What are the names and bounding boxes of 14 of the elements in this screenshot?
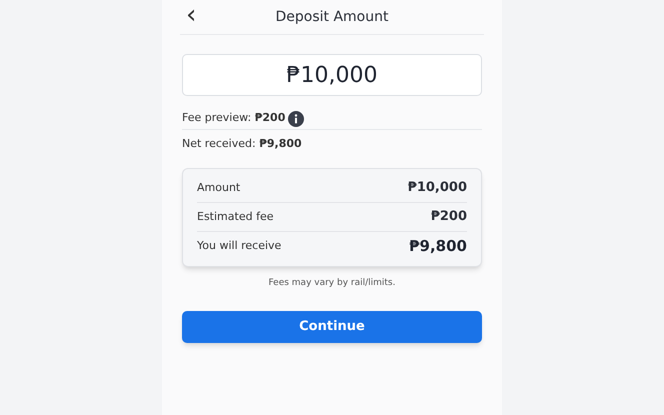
fee-preview-text: Fee preview: ₱200 <box>182 110 286 126</box>
screen-title: Deposit Amount <box>276 8 388 26</box>
continue-button[interactable]: Continue <box>182 310 482 342</box>
fees-note: Fees may vary by rail/limits. <box>268 277 396 290</box>
summary-label: Estimated fee <box>197 208 274 225</box>
summary-value: ₱200 <box>430 208 467 226</box>
summary-label: Amount <box>197 180 240 196</box>
info-icon <box>288 110 304 126</box>
amount-field[interactable]: ₱10,000 <box>182 54 482 96</box>
summary-value: ₱10,000 <box>408 179 467 198</box>
net-received-text: Net received: ₱9,800 <box>182 136 302 152</box>
summary-label: You will receive <box>197 238 282 254</box>
summary-value: ₱9,800 <box>409 236 467 258</box>
back-button[interactable]: ‹ <box>186 2 196 28</box>
